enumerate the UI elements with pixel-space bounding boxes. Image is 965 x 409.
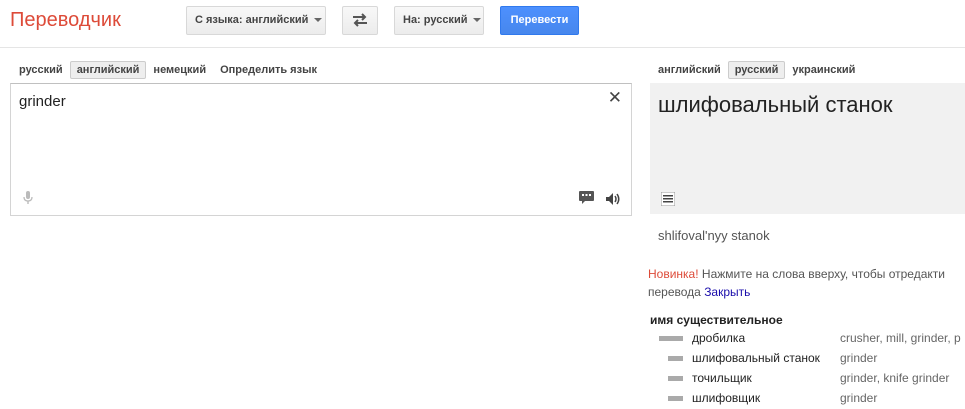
swap-arrows-icon [353, 13, 367, 27]
dictionary-word[interactable]: точильщик [692, 371, 752, 385]
dictionary-row: шлифовальный станок grinder [659, 350, 965, 370]
frequency-bar [659, 336, 683, 341]
chevron-down-icon [314, 18, 323, 23]
tgt-lang-english[interactable]: английский [651, 61, 728, 79]
translate-button[interactable]: Перевести [500, 6, 579, 35]
source-language-select[interactable]: С языка: английский [186, 6, 326, 35]
speaker-icon[interactable] [605, 192, 621, 206]
dictionary-synonyms[interactable]: grinder [840, 391, 877, 405]
dictionary-row: шлифовщик grinder [659, 390, 965, 409]
src-lang-russian[interactable]: русский [12, 61, 70, 79]
tgt-lang-ukrainian[interactable]: украинский [785, 61, 862, 79]
source-textarea[interactable]: grinder ✕ [10, 83, 632, 216]
dictionary-word[interactable]: дробилка [692, 331, 745, 345]
notice-text-line2: перевода [648, 285, 705, 299]
dictionary-synonyms[interactable]: grinder [840, 351, 877, 365]
src-lang-german[interactable]: немецкий [146, 61, 213, 79]
close-icon[interactable]: ✕ [608, 88, 622, 108]
notice-text: Нажмите на слова вверху, чтобы отредакти [698, 267, 945, 281]
translation-output: шлифовальный станок [650, 83, 965, 214]
new-feature-notice: Новинка! Нажмите на слова вверху, чтобы … [648, 265, 965, 301]
logo[interactable]: Переводчик [10, 9, 121, 32]
dictionary-synonyms[interactable]: grinder, knife grinder [840, 371, 949, 385]
target-language-label: На: русский [403, 14, 468, 26]
dictionary-row: дробилка crusher, mill, grinder, p [659, 330, 965, 350]
chevron-down-icon [473, 18, 482, 23]
frequency-bar [668, 396, 683, 401]
frequency-bar [668, 356, 683, 361]
transliteration: shlifoval'nyy stanok [658, 228, 770, 243]
list-icon[interactable] [661, 192, 675, 206]
notice-new-label: Новинка! [648, 267, 699, 281]
microphone-icon[interactable] [23, 191, 33, 205]
notice-close-link[interactable]: Закрыть [704, 285, 750, 299]
translation-text[interactable]: шлифовальный станок [658, 92, 893, 118]
tgt-lang-russian[interactable]: русский [727, 61, 786, 79]
target-language-tabs: английский русский украинский [651, 61, 862, 79]
frequency-bar [668, 376, 683, 381]
dictionary-row: точильщик grinder, knife grinder [659, 370, 965, 390]
source-text[interactable]: grinder [19, 93, 66, 110]
source-language-label: С языка: английский [195, 14, 309, 26]
src-lang-detect[interactable]: Определить язык [213, 61, 324, 79]
target-language-select[interactable]: На: русский [394, 6, 484, 35]
dictionary-word[interactable]: шлифовальный станок [692, 351, 820, 365]
top-bar: Переводчик С языка: английский На: русск… [0, 0, 965, 48]
dictionary-word[interactable]: шлифовщик [692, 391, 760, 405]
src-lang-english[interactable]: английский [69, 61, 147, 79]
chat-bubble-icon[interactable] [579, 191, 594, 204]
part-of-speech: имя существительное [650, 313, 783, 327]
source-language-tabs: русский английский немецкий Определить язык [12, 61, 324, 79]
swap-languages-button[interactable] [342, 6, 378, 35]
dictionary-synonyms[interactable]: crusher, mill, grinder, p [840, 331, 961, 345]
